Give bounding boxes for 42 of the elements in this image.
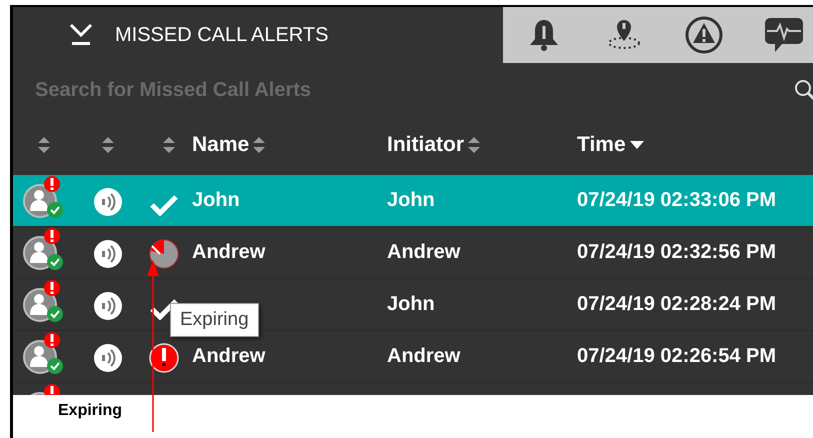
user-alert-icon xyxy=(22,226,66,270)
sort-icon[interactable] xyxy=(468,137,480,153)
user-alert-icon xyxy=(22,278,66,322)
warning-icon xyxy=(684,15,724,55)
column-header[interactable]: Initiator xyxy=(387,133,464,157)
column-header[interactable]: Time xyxy=(577,133,626,157)
time-cell-text: 07/24/19 02:33:06 PM xyxy=(576,189,776,211)
time-cell-text: 07/24/19 02:32:56 PM xyxy=(576,241,776,263)
time-cell-text: 07/24/19 02:28:24 PM xyxy=(576,293,776,315)
user-alert-icon xyxy=(22,174,66,218)
sort-icon[interactable] xyxy=(162,137,174,153)
alert-row[interactable]: Andrew Andrew 07/24/19 02:26:54 PM xyxy=(13,331,813,383)
name-cell-text: Andrew xyxy=(191,241,266,263)
sort-icon[interactable] xyxy=(253,137,266,153)
sort-icon[interactable] xyxy=(102,137,114,153)
initiator-cell-text: John xyxy=(386,293,435,315)
heartbeat-message-icon xyxy=(764,16,804,54)
location-pin-icon xyxy=(606,18,642,52)
checkmark-icon xyxy=(150,194,178,216)
speaker-icon xyxy=(92,291,122,321)
bell-icon xyxy=(528,18,560,52)
icon-tab[interactable] xyxy=(683,14,725,56)
checkmark-icon xyxy=(150,298,178,320)
initiator-cell-text: John xyxy=(386,189,435,211)
sort-icon[interactable] xyxy=(38,137,50,153)
sort-descending-icon[interactable] xyxy=(630,141,644,149)
missed-call-icon xyxy=(69,23,93,47)
annotation-label: Expiring xyxy=(58,402,122,420)
user-alert-icon xyxy=(22,330,66,374)
alert-icon xyxy=(148,342,180,374)
tooltip: Expiring xyxy=(170,303,259,337)
expiring-timer-icon xyxy=(148,238,180,270)
column-header[interactable]: Name xyxy=(192,133,250,157)
speaker-icon xyxy=(92,187,122,217)
name-cell-text: John xyxy=(191,189,240,211)
speaker-icon xyxy=(92,239,122,269)
alert-row[interactable]: Andrew Andrew 07/24/19 02:32:56 PM xyxy=(13,227,813,279)
time-cell-text: 07/24/19 02:26:54 PM xyxy=(576,345,776,367)
name-cell-text: Andrew xyxy=(191,345,266,367)
speaker-icon xyxy=(92,343,122,373)
initiator-cell-text: Andrew xyxy=(386,345,460,367)
initiator-cell-text: Andrew xyxy=(386,241,460,263)
